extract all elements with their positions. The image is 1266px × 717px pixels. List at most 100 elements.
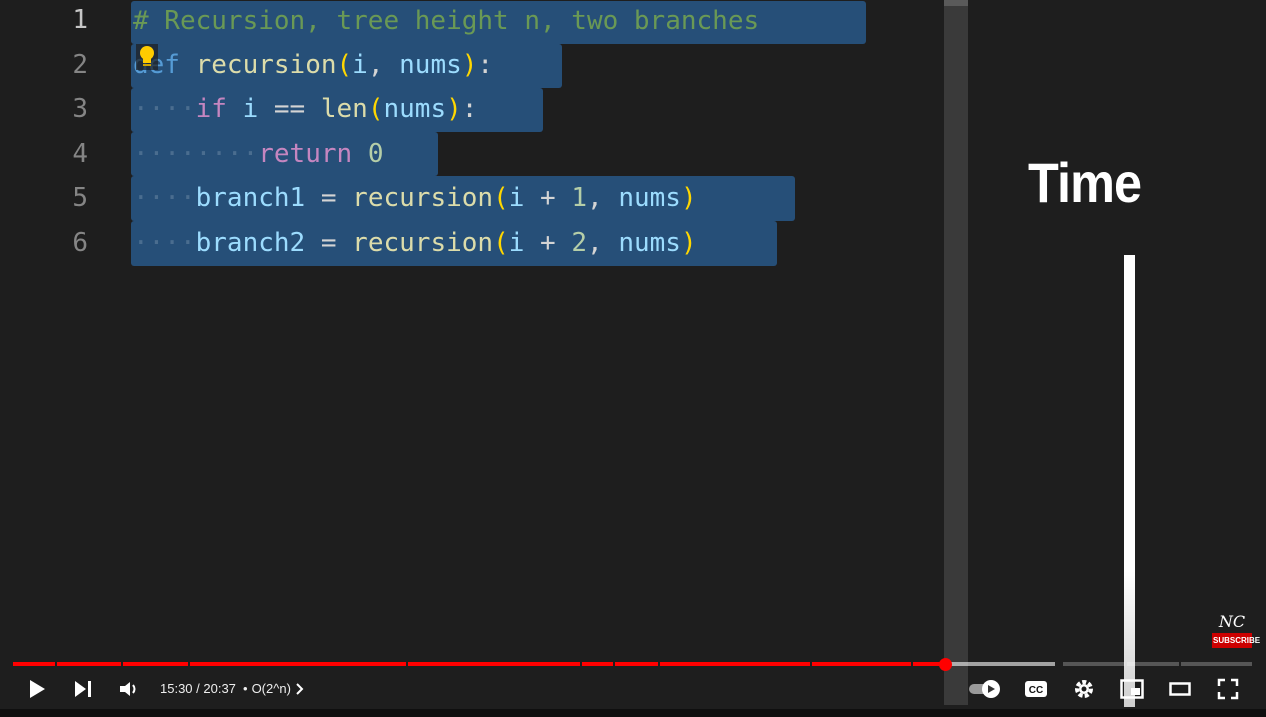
code-token: )	[446, 94, 462, 124]
video-frame[interactable]: 1 2 3 4 5 6 # Recursion, tree height n, …	[0, 0, 1266, 717]
progress-played	[582, 662, 613, 666]
autoplay-toggle-icon	[969, 680, 1000, 698]
progress-chapter-segment[interactable]	[1181, 662, 1252, 666]
code-token: nums	[383, 94, 447, 124]
code-token: recursion	[195, 50, 337, 80]
editor-scrollbar[interactable]	[944, 0, 968, 705]
code-line-6: ····branch2 = recursion(i + 2, nums)	[133, 226, 697, 260]
code-token: )	[680, 183, 697, 213]
volume-icon	[120, 682, 136, 696]
chapter-button[interactable]: • O(2^n)	[243, 681, 305, 696]
code-token: 1	[571, 183, 587, 213]
scrollbar-thumb[interactable]	[944, 0, 968, 6]
play-icon	[30, 680, 45, 698]
whitespace-dots: ····	[133, 94, 196, 124]
fullscreen-button[interactable]	[1214, 676, 1242, 702]
progress-played	[660, 662, 810, 666]
code-token: if	[195, 94, 227, 124]
progress-played	[13, 662, 55, 666]
progress-chapter-segment[interactable]	[1063, 662, 1125, 666]
whitespace-dots: ····	[133, 183, 196, 213]
code-token: ,	[367, 50, 384, 80]
next-icon	[75, 681, 91, 697]
play-button[interactable]	[24, 676, 50, 702]
code-token: =	[320, 183, 337, 213]
code-token: (	[493, 228, 509, 258]
line-number: 1	[72, 5, 88, 35]
code-token: ,	[587, 228, 603, 258]
progress-played	[408, 662, 580, 666]
next-button[interactable]	[70, 676, 96, 702]
code-token: i	[352, 50, 368, 80]
code-token: i	[242, 94, 259, 124]
code-token: recursion	[352, 183, 494, 213]
captions-icon: CC	[1025, 681, 1047, 697]
code-line-3: ····if i == len(nums):	[133, 92, 477, 126]
line-number: 2	[72, 50, 88, 80]
code-token: branch1	[195, 183, 306, 213]
captions-button[interactable]: CC	[1022, 676, 1050, 702]
code-line-2: def recursion(i, nums):	[133, 48, 493, 82]
code-token: ==	[273, 94, 306, 124]
code-token: recursion	[352, 228, 494, 258]
code-token: )	[461, 50, 478, 80]
progress-played	[190, 662, 406, 666]
chapter-separator: •	[243, 681, 248, 696]
miniplayer-button[interactable]	[1118, 676, 1146, 702]
player-bottom-edge	[0, 709, 1266, 717]
code-line-5: ····branch1 = recursion(i + 1, nums)	[133, 181, 697, 215]
line-number: 4	[72, 139, 88, 169]
settings-icon	[1075, 680, 1093, 698]
time-axis-label: Time	[1028, 151, 1142, 214]
progress-chapter-segment[interactable]	[1127, 662, 1179, 666]
code-token: branch2	[195, 228, 306, 258]
fullscreen-icon	[1217, 678, 1239, 700]
code-token: # Recursion, tree height n, two branches	[133, 6, 760, 36]
subscribe-badge: SUBSCRIBE	[1212, 633, 1260, 648]
miniplayer-icon	[1120, 679, 1144, 699]
code-token: )	[680, 228, 697, 258]
code-token: ,	[587, 183, 603, 213]
settings-button[interactable]	[1070, 676, 1098, 702]
mute-button[interactable]	[116, 676, 142, 702]
code-token: i	[508, 228, 525, 258]
progress-played	[615, 662, 658, 666]
video-player[interactable]: 1 2 3 4 5 6 # Recursion, tree height n, …	[0, 0, 1266, 717]
code-token: (	[367, 94, 384, 124]
code-token: nums	[618, 228, 681, 258]
progress-buffered	[944, 662, 1055, 666]
code-token: :	[477, 50, 494, 80]
code-token: i	[508, 183, 525, 213]
svg-text:CC: CC	[1029, 685, 1043, 696]
channel-watermark[interactable]: NC SUBSCRIBE	[1212, 612, 1260, 648]
code-token: 0	[367, 139, 384, 169]
player-controls: 15:30 / 20:37 • O(2^n) CC	[0, 668, 1266, 710]
progress-played	[57, 662, 121, 666]
lightbulb-icon	[136, 44, 158, 70]
code-token: =	[320, 228, 337, 258]
chevron-right-icon	[296, 682, 304, 695]
code-token: +	[540, 228, 556, 258]
progress-played	[123, 662, 188, 666]
line-number: 6	[72, 228, 88, 258]
code-token: (	[336, 50, 353, 80]
theater-mode-button[interactable]	[1166, 676, 1194, 702]
code-token: return	[258, 139, 353, 169]
code-token: nums	[618, 183, 681, 213]
time-axis-bar	[1124, 255, 1135, 707]
code-token: :	[461, 94, 478, 124]
code-editor: 1 2 3 4 5 6 # Recursion, tree height n, …	[0, 0, 944, 660]
line-number: 5	[72, 183, 88, 213]
code-line-4: ········return 0	[133, 137, 383, 171]
whitespace-dots: ········	[133, 139, 259, 169]
code-token: nums	[399, 50, 462, 80]
progress-played	[812, 662, 911, 666]
code-token: 2	[571, 228, 587, 258]
channel-logo: NC	[1218, 612, 1246, 631]
code-token: +	[540, 183, 556, 213]
progress-bar[interactable]	[13, 658, 1252, 671]
code-token: len	[320, 94, 368, 124]
line-number: 3	[72, 94, 88, 124]
autoplay-toggle[interactable]	[966, 676, 1004, 702]
chapter-title: O(2^n)	[251, 681, 291, 696]
